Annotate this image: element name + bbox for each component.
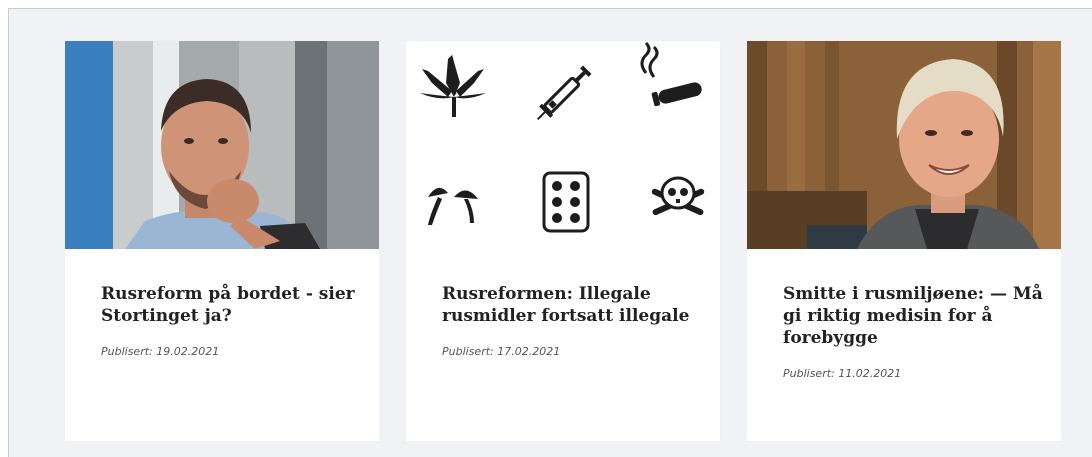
news-grid: Rusreform på bordet - sier Stortinget ja… xyxy=(8,8,1092,457)
publish-date: Publisert: 17.02.2021 xyxy=(442,345,561,358)
article-card[interactable]: Smitte i rusmiljøene: — Må gi riktig med… xyxy=(747,41,1061,441)
article-image-smiling-man[interactable] xyxy=(747,41,1061,249)
smiling-man-photo xyxy=(747,41,1061,249)
article-title[interactable]: Rusreformen: Illegale rusmidler fortsatt… xyxy=(442,283,702,327)
pill-blister-icon xyxy=(542,171,590,233)
article-card[interactable]: Rusreformen: Illegale rusmidler fortsatt… xyxy=(406,41,720,441)
article-card[interactable]: Rusreform på bordet - sier Stortinget ja… xyxy=(65,41,379,441)
article-image-drug-icons[interactable] xyxy=(406,41,720,249)
drug-icons-illustration xyxy=(406,41,720,249)
publish-date: Publisert: 11.02.2021 xyxy=(783,367,902,380)
article-title[interactable]: Smitte i rusmiljøene: — Må gi riktig med… xyxy=(783,283,1043,349)
article-title[interactable]: Rusreform på bordet - sier Stortinget ja… xyxy=(101,283,361,327)
article-image-man-thinking[interactable] xyxy=(65,41,379,249)
man-thinking-photo xyxy=(65,41,379,249)
publish-date: Publisert: 19.02.2021 xyxy=(101,345,220,358)
